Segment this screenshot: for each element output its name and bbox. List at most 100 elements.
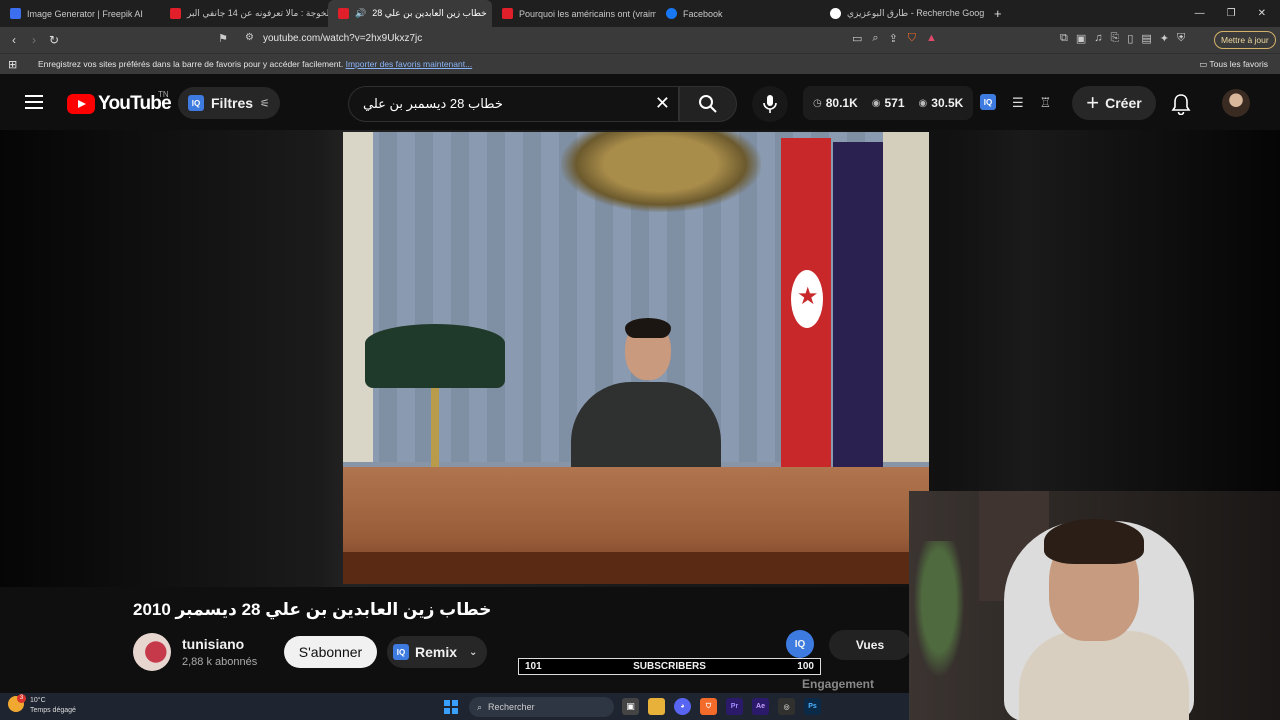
weather-badge: 3 [17, 694, 26, 703]
reload-icon[interactable]: ↻ [44, 33, 64, 47]
iq-icon: IQ [188, 95, 204, 111]
facebook-favicon-icon [666, 8, 677, 19]
subscriber-counter-left: 101 [525, 661, 542, 672]
notifications-bell-icon[interactable] [1170, 93, 1192, 115]
windows-taskbar: 3 10°C Temps dégagé ⌕ Rechercher ▣ ◕ ⛉ P… [0, 693, 909, 720]
screenshot-icon[interactable]: ▣ [1076, 32, 1086, 45]
new-tab-button[interactable]: + [984, 0, 1008, 27]
stat-views: ◷ 80.1K [813, 96, 858, 110]
video-scene-tunisian-flag [781, 138, 831, 468]
video-title: خطاب زين العابدين بن علي 28 ديسمبر 2010 [133, 600, 492, 619]
create-label: Créer [1105, 95, 1142, 111]
url-field[interactable]: youtube.com/watch?v=2hx9Ukxz7jc [263, 33, 422, 44]
audio-playing-icon[interactable]: 🔊 [355, 8, 366, 19]
copy-icon[interactable]: ⎘ [1111, 32, 1120, 45]
subscribe-button[interactable]: S'abonner [284, 636, 377, 668]
taskbar-apps: ▣ ◕ ⛉ Pr Ae ◎ Ps [622, 698, 821, 715]
youtube-favicon-icon [338, 8, 349, 19]
remix-button[interactable]: IQ Remix ⌄ [387, 636, 487, 668]
apps-grid-icon[interactable]: ⊞ [8, 58, 17, 71]
sidebar-icon[interactable]: ▯ [1127, 32, 1133, 45]
list-icon[interactable]: ☰ [1012, 95, 1024, 111]
site-info-icon[interactable]: ⚙ [245, 32, 254, 43]
tab-google[interactable]: طارق البوعزيزي - Recherche Google [820, 0, 984, 27]
share-icon[interactable]: ⇪ [889, 32, 898, 45]
video-scene-desk-band [343, 552, 929, 584]
tab-label: Image Generator | Freepik AI [27, 8, 143, 19]
extension-icon[interactable]: ⧉ [1060, 32, 1068, 45]
youtube-header: YouTube TN IQ Filtres ⚟ خطاب 28 ديسمبر ب… [0, 74, 1280, 130]
search-button[interactable] [679, 86, 737, 122]
after-effects-icon[interactable]: Ae [752, 698, 769, 715]
brave-icon[interactable]: ⛉ [700, 698, 717, 715]
tab-label: بالخوجة : مالا تعرفونه عن 14 جانفي البر.… [187, 8, 328, 18]
address-bar-row: ‹ › ↻ ⚑ ⚙ youtube.com/watch?v=2hx9Ukxz7j… [0, 27, 1280, 53]
vpn-icon[interactable]: ⛨ [1177, 32, 1185, 45]
minimize-icon[interactable]: — [1195, 8, 1205, 19]
youtube-logo[interactable]: YouTube [67, 93, 172, 115]
taskbar-search[interactable]: ⌕ Rechercher [469, 697, 614, 717]
channel-name[interactable]: tunisiano [182, 636, 244, 652]
task-view-icon[interactable]: ▣ [622, 698, 639, 715]
filters-button[interactable]: IQ Filtres ⚟ [178, 87, 280, 119]
all-favorites-link[interactable]: ▭ Tous les favoris [1199, 59, 1268, 70]
windows-start-icon[interactable] [444, 700, 458, 714]
update-button[interactable]: Mettre à jour [1214, 31, 1276, 49]
import-bookmarks-link[interactable]: Importer des favoris maintenant... [346, 59, 473, 69]
trophy-icon[interactable]: ♖ [1040, 95, 1052, 111]
clear-search-icon[interactable]: ✕ [655, 93, 670, 114]
voice-search-button[interactable] [752, 86, 788, 122]
davinci-icon[interactable]: ◎ [778, 698, 795, 715]
weather-widget[interactable]: 3 10°C Temps dégagé [8, 694, 76, 716]
menu-icon[interactable] [25, 95, 43, 109]
bookmarks-message-text: Enregistrez vos sites préférés dans la b… [38, 59, 344, 69]
ai-icon[interactable]: ✦ [1160, 32, 1169, 45]
video-scene-lamp [365, 324, 505, 388]
bookmark-page-icon[interactable]: ⚑ [218, 32, 228, 45]
tab-youtube-belkhouja[interactable]: بالخوجة : مالا تعرفونه عن 14 جانفي البر.… [160, 0, 328, 27]
tab-facebook[interactable]: Facebook [656, 0, 820, 27]
cast-icon[interactable]: ▭ [852, 32, 862, 45]
forward-icon[interactable]: › [24, 33, 44, 47]
stat-other: ◉ 30.5K [919, 96, 964, 110]
weather-temperature: 10°C [30, 697, 46, 704]
search-icon: ⌕ [477, 701, 483, 712]
extension-stats: ◷ 80.1K ◉ 571 ◉ 30.5K [803, 86, 974, 120]
chevron-down-icon[interactable]: ⌄ [469, 647, 477, 658]
photoshop-icon[interactable]: Ps [804, 698, 821, 715]
back-icon[interactable]: ‹ [4, 33, 24, 47]
bookmarks-message: Enregistrez vos sites préférés dans la b… [38, 59, 472, 69]
views-button[interactable]: Vues [829, 630, 911, 660]
discord-icon[interactable]: ◕ [674, 698, 691, 715]
tab-freepik[interactable]: Image Generator | Freepik AI [0, 0, 160, 27]
create-button[interactable]: + Créer [1072, 86, 1156, 120]
search-input[interactable]: خطاب 28 ديسمبر بن علي ✕ [348, 86, 679, 122]
microphone-icon [763, 95, 777, 113]
brave-rewards-icon[interactable]: ▲ [926, 32, 937, 45]
premiere-pro-icon[interactable]: Pr [726, 698, 743, 715]
tab-label: Pourquoi les américains ont (vraimen [519, 8, 656, 19]
video-scene-molding [343, 132, 373, 462]
brave-shield-icon[interactable]: ⛉ [908, 32, 916, 45]
bookmarks-bar: ⊞ Enregistrez vos sites préférés dans la… [0, 53, 1280, 74]
iq-icon[interactable]: IQ [980, 94, 996, 110]
close-window-icon[interactable]: ✕ [1258, 8, 1266, 19]
zoom-icon[interactable]: ⌕ [872, 32, 878, 45]
video-player[interactable] [343, 132, 929, 584]
file-explorer-icon[interactable] [648, 698, 665, 715]
iq-stats-button[interactable]: IQ [786, 630, 814, 658]
stat-other-value: 30.5K [931, 96, 964, 110]
tab-youtube-americains[interactable]: Pourquoi les américains ont (vraimen [492, 0, 656, 27]
music-icon[interactable]: ♫ [1094, 32, 1102, 45]
tab-youtube-active[interactable]: 🔊 خطاب زين العابدين بن علي 28 ✕ [328, 0, 492, 27]
freepik-favicon-icon [10, 8, 21, 19]
account-avatar[interactable] [1222, 89, 1250, 117]
subscriber-counter-label: SUBSCRIBERS [633, 661, 706, 672]
wallet-icon[interactable]: ▤ [1141, 32, 1151, 45]
remix-label: Remix [415, 644, 458, 660]
maximize-icon[interactable]: ❐ [1227, 8, 1236, 19]
webcam-plant [909, 541, 969, 691]
taskbar-search-label: Rechercher [488, 702, 535, 712]
channel-avatar[interactable] [133, 633, 171, 671]
eye-icon: ◉ [918, 97, 928, 109]
